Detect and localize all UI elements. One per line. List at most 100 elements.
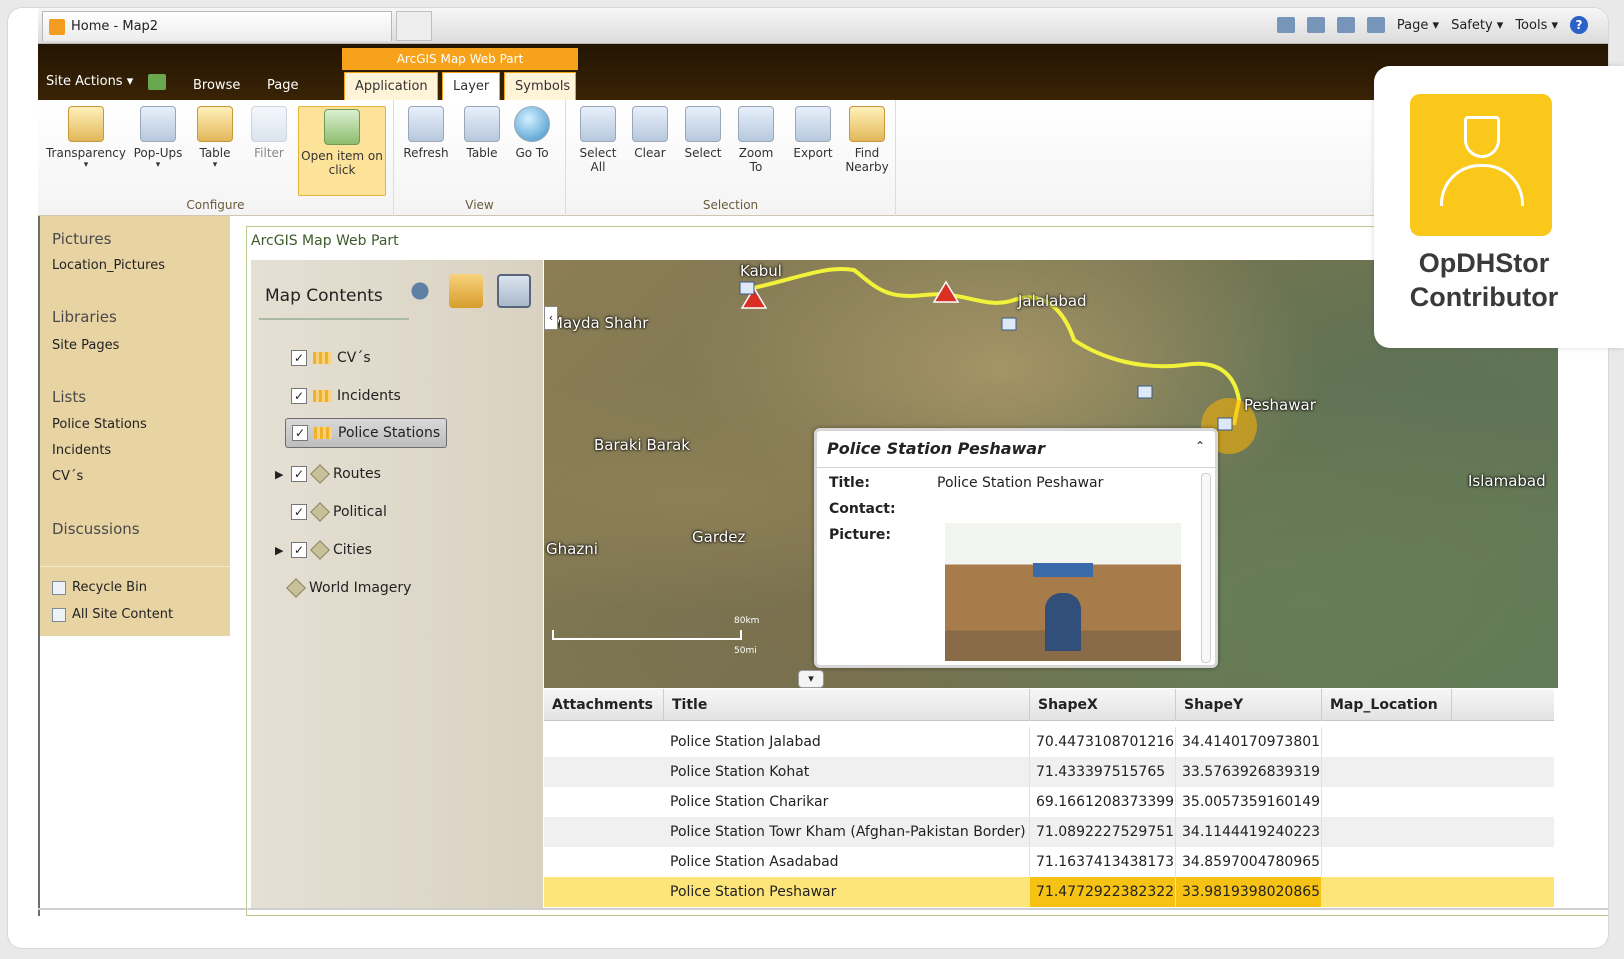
open-item-on-click-button[interactable]: Open item on click: [298, 106, 386, 196]
tab-browse[interactable]: Browse: [183, 72, 250, 100]
table-row[interactable]: Police Station Jalabad 70.4473108701216 …: [544, 727, 1554, 757]
layer-item-cvs[interactable]: ✓ CV´s: [275, 350, 371, 366]
column-header[interactable]: Attachments: [544, 689, 664, 721]
page-menu[interactable]: Page ▾: [1397, 18, 1439, 33]
safety-menu[interactable]: Safety ▾: [1451, 18, 1503, 33]
nav-header-libraries[interactable]: Libraries: [40, 308, 117, 326]
map-label: Islamabad: [1468, 472, 1546, 490]
print-icon[interactable]: [1366, 17, 1385, 33]
select-button[interactable]: Select: [680, 106, 726, 160]
layer-checkbox[interactable]: ✓: [291, 388, 307, 404]
navigate-up-icon[interactable]: [148, 74, 166, 90]
tab-symbols[interactable]: Symbols: [504, 72, 576, 100]
transparency-button[interactable]: Transparency ▾: [44, 106, 128, 170]
nav-item-location-pictures[interactable]: Location_Pictures: [40, 258, 165, 273]
add-data-icon[interactable]: [449, 274, 483, 308]
popup-collapse-icon[interactable]: ⌃: [1195, 439, 1205, 453]
table-row[interactable]: Police Station Kohat 71.433397515765 33.…: [544, 757, 1554, 787]
map-label: Mayda Shahr: [550, 314, 649, 332]
tab-layer[interactable]: Layer: [442, 72, 500, 100]
police-station-icon[interactable]: [739, 281, 755, 295]
police-station-icon[interactable]: [1217, 417, 1233, 431]
role-badge: OpDHStor Contributor: [1374, 66, 1624, 348]
legend-icon[interactable]: [497, 274, 531, 308]
layer-item-political[interactable]: ✓ Political: [275, 502, 387, 522]
context-tab-group-label: ArcGIS Map Web Part: [342, 48, 578, 70]
binoculars-icon[interactable]: [403, 274, 437, 308]
expand-table-button[interactable]: ▾: [798, 670, 824, 688]
nav-header-discussions[interactable]: Discussions: [40, 520, 140, 538]
popups-button[interactable]: Pop-Ups ▾: [130, 106, 186, 170]
mail-icon[interactable]: [1336, 17, 1355, 33]
column-header[interactable]: ShapeY: [1176, 689, 1322, 721]
layer-item-incidents[interactable]: ✓ Incidents: [275, 388, 401, 404]
home-icon[interactable]: [1276, 17, 1295, 33]
table-row-selected[interactable]: Police Station Peshawar 71.4772922382322…: [544, 877, 1554, 907]
clear-button[interactable]: Clear: [628, 106, 672, 160]
site-actions-menu[interactable]: Site Actions ▾: [46, 74, 133, 89]
police-station-icon[interactable]: [1001, 317, 1017, 331]
recycle-bin-link[interactable]: Recycle Bin: [40, 580, 147, 595]
scale-bar: [552, 630, 742, 640]
filter-button[interactable]: Filter: [246, 106, 292, 160]
ribbon-group-view: Refresh Table Go To View: [394, 100, 566, 216]
browser-toolbar: Home - Map2 Page ▾ Safety ▾ Tools ▾ ?: [38, 8, 1608, 44]
refresh-button[interactable]: Refresh: [398, 106, 454, 160]
column-header[interactable]: ShapeX: [1030, 689, 1176, 721]
table-config-icon: [197, 106, 233, 142]
nav-header-pictures[interactable]: Pictures: [40, 230, 111, 248]
column-header[interactable]: Title: [664, 689, 1030, 721]
find-nearby-button[interactable]: Find Nearby: [842, 106, 892, 174]
tab-application[interactable]: Application: [344, 72, 438, 100]
select-all-button[interactable]: Select All: [574, 106, 622, 174]
nav-item-cvs[interactable]: CV´s: [40, 469, 83, 484]
layer-checkbox[interactable]: ✓: [291, 350, 307, 366]
sharepoint-favicon-icon: [49, 18, 65, 35]
new-tab-button[interactable]: [396, 11, 432, 41]
feeds-icon[interactable]: [1306, 17, 1325, 33]
table-view-button[interactable]: Table: [456, 106, 508, 160]
feature-layer-icon: [313, 352, 331, 364]
nav-item-police-stations[interactable]: Police Stations: [40, 417, 147, 432]
table-config-button[interactable]: Table ▾: [190, 106, 240, 170]
table-row[interactable]: Police Station Asadabad 71.1637413438173…: [544, 847, 1554, 877]
table-row[interactable]: Police Station Towr Kham (Afghan-Pakista…: [544, 817, 1554, 847]
tab-page[interactable]: Page: [257, 72, 308, 100]
select-all-icon: [580, 106, 616, 142]
nav-item-incidents[interactable]: Incidents: [40, 443, 111, 458]
popup-field-value: Police Station Peshawar: [937, 475, 1104, 491]
popup-scrollbar[interactable]: [1201, 473, 1211, 663]
help-icon[interactable]: ?: [1570, 16, 1588, 34]
browser-tab[interactable]: Home - Map2: [42, 11, 392, 41]
map-service-icon: [310, 540, 330, 560]
zoom-to-button[interactable]: Zoom To: [734, 106, 778, 174]
export-button[interactable]: Export: [788, 106, 838, 160]
layer-checkbox[interactable]: ✓: [291, 504, 307, 520]
go-to-button[interactable]: Go To: [514, 106, 550, 160]
incident-icon[interactable]: [932, 280, 960, 303]
column-header[interactable]: Map_Location: [1322, 689, 1452, 721]
layer-checkbox[interactable]: ✓: [291, 466, 307, 482]
open-item-icon: [324, 109, 360, 145]
layer-item-police-stations[interactable]: ✓ Police Stations: [285, 418, 448, 448]
layer-item-routes[interactable]: ▶ ✓ Routes: [275, 464, 381, 484]
all-site-content-link[interactable]: All Site Content: [40, 607, 173, 622]
map-contents-panel: Map Contents ✓ CV´s ✓ Incidents ✓ Police St…: [251, 260, 543, 910]
expand-icon[interactable]: ▶: [275, 544, 285, 557]
tools-menu[interactable]: Tools ▾: [1515, 18, 1558, 33]
photo-banner: [1033, 563, 1093, 577]
layer-item-cities[interactable]: ▶ ✓ Cities: [275, 540, 372, 560]
police-station-icon[interactable]: [1137, 385, 1153, 399]
table-row[interactable]: Police Station Charikar 69.1661208373399…: [544, 787, 1554, 817]
expand-icon[interactable]: ▶: [275, 468, 285, 481]
layer-checkbox[interactable]: ✓: [292, 425, 308, 441]
nav-item-site-pages[interactable]: Site Pages: [40, 338, 119, 353]
layer-checkbox[interactable]: ✓: [291, 542, 307, 558]
feature-layer-icon: [313, 390, 331, 402]
nav-header-lists[interactable]: Lists: [40, 388, 86, 406]
map-label: Baraki Barak: [594, 436, 690, 454]
ribbon-group-label: Selection: [702, 198, 759, 212]
collapse-panel-button[interactable]: ‹: [544, 306, 558, 330]
layer-item-world-imagery[interactable]: World Imagery: [286, 578, 411, 598]
quick-launch: Pictures Location_Pictures Libraries Sit…: [40, 216, 230, 636]
